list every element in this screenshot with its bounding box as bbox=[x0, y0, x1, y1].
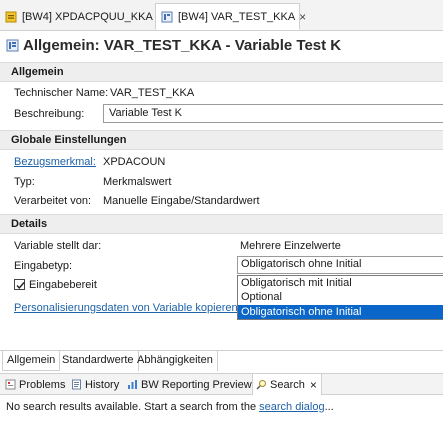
section-header-allgemein: Allgemein bbox=[0, 62, 443, 82]
bw-variable-icon bbox=[6, 39, 19, 52]
eingabetyp-label: Eingabetyp: bbox=[14, 260, 73, 272]
bezugsmerkmal-link[interactable]: Bezugsmerkmal: bbox=[14, 156, 96, 168]
dropdown-option[interactable]: Optional bbox=[238, 290, 443, 304]
bw-query-icon bbox=[5, 11, 17, 23]
search-icon bbox=[256, 379, 267, 390]
view-tab-history[interactable]: History bbox=[71, 374, 119, 395]
personalisierung-link[interactable]: Personalisierungsdaten von Variable kopi… bbox=[14, 302, 241, 314]
editor-tab-var-test-kka[interactable]: [BW4] VAR_TEST_KKA × bbox=[155, 3, 306, 30]
search-dialog-link[interactable]: search dialog bbox=[259, 401, 324, 413]
search-view-message: No search results available. Start a sea… bbox=[6, 401, 334, 413]
variable-stellt-dar-value: Mehrere Einzelwerte bbox=[240, 240, 341, 252]
dropdown-option-selected[interactable]: Obligatorisch ohne Initial bbox=[238, 304, 443, 319]
search-message-text: No search results available. Start a sea… bbox=[6, 401, 260, 413]
description-input[interactable]: Variable Test K bbox=[103, 104, 443, 123]
view-tab-label: Problems bbox=[19, 378, 66, 391]
editor-tab-bar: [BW4] XPDACPQUU_KKA [BW4] VAR_TEST_KKA × bbox=[0, 0, 443, 31]
page-tab-abhaengigkeiten[interactable]: Abhängigkeiten bbox=[133, 351, 218, 371]
editor-tab-xpdacpquu[interactable]: [BW4] XPDACPQUU_KKA bbox=[0, 3, 153, 30]
page-title: Allgemein: VAR_TEST_KKA - Variable Test … bbox=[23, 36, 342, 54]
view-tab-bw-reporting-preview[interactable]: BW Reporting Preview bbox=[127, 374, 252, 395]
checkmark-icon bbox=[16, 282, 25, 290]
editor-page-tabs: Allgemein Standardwerte Abhängigkeiten bbox=[0, 350, 443, 372]
bw-reporting-preview-icon bbox=[127, 379, 138, 390]
eingabebereit-label: Eingabebereit bbox=[29, 279, 97, 291]
editor-tab-label: [BW4] VAR_TEST_KKA bbox=[178, 10, 296, 23]
section-header-details: Details bbox=[0, 214, 443, 234]
close-icon[interactable]: × bbox=[310, 378, 317, 392]
description-label: Beschreibung: bbox=[14, 108, 85, 120]
tech-name-value: VAR_TEST_KKA bbox=[110, 87, 195, 99]
typ-value: Merkmalswert bbox=[103, 176, 172, 188]
editor-tab-label: [BW4] XPDACPQUU_KKA bbox=[22, 10, 153, 23]
bezugsmerkmal-value: XPDACOUN bbox=[103, 156, 166, 168]
problems-icon bbox=[5, 379, 16, 390]
view-tab-problems[interactable]: Problems bbox=[5, 374, 65, 395]
page-tab-allgemein[interactable]: Allgemein bbox=[2, 351, 61, 371]
views-tab-bar: Problems History BW Reporting Preview Se… bbox=[0, 373, 443, 395]
view-tab-label: BW Reporting Preview bbox=[141, 378, 252, 391]
verarbeitet-von-value: Manuelle Eingabe/Standardwert bbox=[103, 195, 260, 207]
bw-variable-icon bbox=[161, 11, 173, 23]
eingabebereit-checkbox[interactable] bbox=[14, 279, 25, 290]
view-tab-label: History bbox=[85, 378, 120, 391]
section-header-globale-einstellungen: Globale Einstellungen bbox=[0, 130, 443, 150]
search-message-suffix: ... bbox=[324, 401, 334, 413]
view-tab-search[interactable]: Search × bbox=[252, 374, 322, 395]
verarbeitet-von-label: Verarbeitet von: bbox=[14, 195, 92, 207]
eingabetyp-combo[interactable]: Obligatorisch ohne Initial bbox=[237, 256, 443, 274]
history-icon bbox=[71, 379, 82, 390]
view-tab-label: Search bbox=[270, 378, 305, 391]
typ-label: Typ: bbox=[14, 176, 35, 188]
variable-stellt-dar-label: Variable stellt dar: bbox=[14, 240, 102, 252]
editor-header: Allgemein: VAR_TEST_KKA - Variable Test … bbox=[0, 32, 443, 58]
eingabetyp-dropdown-list: Obligatorisch mit Initial Optional Oblig… bbox=[237, 275, 443, 320]
close-icon[interactable]: × bbox=[299, 10, 306, 24]
tech-name-label: Technischer Name: bbox=[14, 87, 109, 99]
page-tab-standardwerte[interactable]: Standardwerte bbox=[58, 351, 139, 371]
dropdown-option[interactable]: Obligatorisch mit Initial bbox=[238, 276, 443, 290]
